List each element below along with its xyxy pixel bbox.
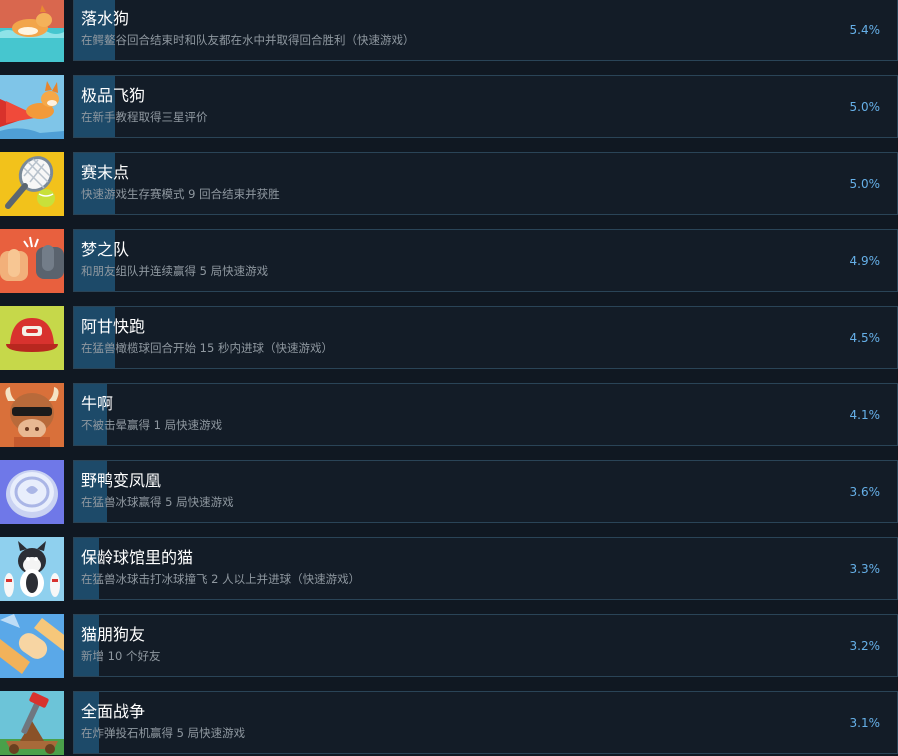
flying-dog-icon [0,75,64,139]
achievement-card: 梦之队 和朋友组队并连续赢得 5 局快速游戏 4.9% [73,229,898,292]
achievement-description: 快速游戏生存赛模式 9 回合结束并获胜 [81,187,280,201]
achievement-card: 牛啊 不被击晕赢得 1 局快速游戏 4.1% [73,383,898,446]
achievement-description: 在猛兽冰球击打冰球撞飞 2 人以上并进球（快速游戏） [81,572,361,586]
achievement-title: 梦之队 [81,240,130,259]
achievement-title: 保龄球馆里的猫 [81,548,194,567]
catapult-icon [0,691,64,755]
achievement-description: 在猛兽橄榄球回合开始 15 秒内进球（快速游戏） [81,341,333,355]
corgi-swimming-icon [0,0,64,62]
achievement-card: 猫朋狗友 新增 10 个好友 3.2% [73,614,898,677]
unlock-percentage: 3.3% [849,562,881,576]
unlock-percentage: 4.9% [849,254,881,268]
bowling-cat-icon [0,537,64,601]
unlock-percentage: 4.1% [849,408,881,422]
achievement-title: 落水狗 [81,9,130,28]
achievement-row[interactable]: 阿甘快跑 在猛兽橄榄球回合开始 15 秒内进球（快速游戏） 4.5% [0,306,898,371]
achievement-card: 全面战争 在炸弹投石机赢得 5 局快速游戏 3.1% [73,691,898,754]
achievement-row[interactable]: 牛啊 不被击晕赢得 1 局快速游戏 4.1% [0,383,898,448]
achievement-row[interactable]: 保龄球馆里的猫 在猛兽冰球击打冰球撞飞 2 人以上并进球（快速游戏） 3.3% [0,537,898,602]
achievement-title: 赛末点 [81,163,130,182]
achievement-card: 落水狗 在鳄鳌谷回合结束时和队友都在水中并取得回合胜利（快速游戏） 5.4% [73,0,898,61]
achievement-row[interactable]: 落水狗 在鳄鳌谷回合结束时和队友都在水中并取得回合胜利（快速游戏） 5.4% [0,0,898,63]
achievement-list: 落水狗 在鳄鳌谷回合结束时和队友都在水中并取得回合胜利（快速游戏） 5.4% 极… [0,0,898,756]
unlock-percentage: 5.0% [849,177,881,191]
achievement-title: 极品飞狗 [81,86,146,105]
achievement-card: 野鸭变凤凰 在猛兽冰球赢得 5 局快速游戏 3.6% [73,460,898,523]
achievement-row[interactable]: 猫朋狗友 新增 10 个好友 3.2% [0,614,898,679]
unlock-percentage: 3.2% [849,639,881,653]
achievement-description: 在炸弹投石机赢得 5 局快速游戏 [81,726,246,740]
achievement-description: 在猛兽冰球赢得 5 局快速游戏 [81,495,234,509]
achievement-description: 在鳄鳌谷回合结束时和队友都在水中并取得回合胜利（快速游戏） [81,33,415,47]
achievement-description: 新增 10 个好友 [81,649,161,663]
achievement-card: 赛末点 快速游戏生存赛模式 9 回合结束并获胜 5.0% [73,152,898,215]
achievement-title: 牛啊 [81,394,114,413]
achievement-description: 和朋友组队并连续赢得 5 局快速游戏 [81,264,269,278]
unlock-percentage: 3.6% [849,485,881,499]
achievement-title: 全面战争 [81,702,146,721]
achievement-title: 野鸭变凤凰 [81,471,162,490]
achievement-row[interactable]: 赛末点 快速游戏生存赛模式 9 回合结束并获胜 5.0% [0,152,898,217]
achievement-title: 阿甘快跑 [81,317,146,336]
unlock-percentage: 5.4% [849,23,881,37]
fist-bump-icon [0,229,64,293]
achievement-card: 保龄球馆里的猫 在猛兽冰球击打冰球撞飞 2 人以上并进球（快速游戏） 3.3% [73,537,898,600]
paw-handshake-icon [0,614,64,678]
unlock-percentage: 4.5% [849,331,881,345]
achievement-card: 阿甘快跑 在猛兽橄榄球回合开始 15 秒内进球（快速游戏） 4.5% [73,306,898,369]
puck-icon [0,460,64,524]
achievement-description: 在新手教程取得三星评价 [81,110,208,124]
achievement-description: 不被击晕赢得 1 局快速游戏 [81,418,223,432]
tennis-racket-icon [0,152,64,216]
unlock-percentage: 3.1% [849,716,881,730]
unlock-percentage: 5.0% [849,100,881,114]
achievement-card: 极品飞狗 在新手教程取得三星评价 5.0% [73,75,898,138]
achievement-row[interactable]: 野鸭变凤凰 在猛兽冰球赢得 5 局快速游戏 3.6% [0,460,898,525]
achievement-row[interactable]: 极品飞狗 在新手教程取得三星评价 5.0% [0,75,898,140]
achievement-row[interactable]: 梦之队 和朋友组队并连续赢得 5 局快速游戏 4.9% [0,229,898,294]
bull-sunglasses-icon [0,383,64,447]
red-cap-icon [0,306,64,370]
achievement-row[interactable]: 全面战争 在炸弹投石机赢得 5 局快速游戏 3.1% [0,691,898,756]
achievement-title: 猫朋狗友 [81,625,146,644]
